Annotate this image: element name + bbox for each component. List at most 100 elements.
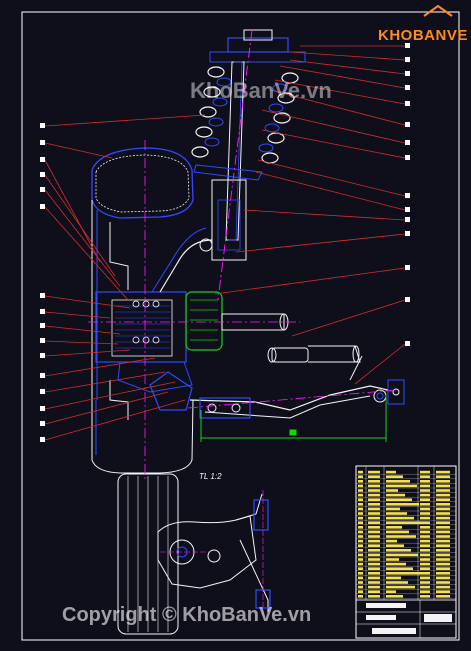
parts-list-cell xyxy=(436,576,450,580)
parts-list-cell xyxy=(436,539,450,543)
parts-list-cell xyxy=(420,562,430,566)
parts-list-cell xyxy=(436,535,450,538)
parts-list-cell xyxy=(420,535,430,538)
parts-list-cell xyxy=(420,539,430,543)
parts-list-cell xyxy=(386,558,399,561)
parts-list-cell xyxy=(436,595,450,598)
parts-list-cell xyxy=(436,521,450,524)
parts-list-cell xyxy=(358,484,363,488)
parts-list-cell xyxy=(386,549,411,552)
parts-list-cell xyxy=(420,595,430,598)
parts-list-cell xyxy=(368,572,380,575)
parts-list-cell xyxy=(386,567,413,570)
parts-list-cell xyxy=(358,493,363,497)
parts-list-cell xyxy=(420,521,430,524)
parts-list-cell xyxy=(436,544,450,547)
parts-list-cell xyxy=(386,484,417,488)
parts-list-cell xyxy=(368,484,380,488)
parts-list-cell xyxy=(420,581,430,584)
parts-list-cell xyxy=(436,553,450,557)
parts-list-cell xyxy=(368,553,380,557)
part-marker-icon xyxy=(40,43,410,442)
parts-list-cell xyxy=(436,558,450,561)
parts-list-cell xyxy=(368,576,380,580)
parts-list-cell xyxy=(436,526,450,529)
parts-list-cell xyxy=(358,590,363,593)
parts-list-cell xyxy=(420,590,430,593)
parts-list-cell xyxy=(368,512,380,515)
parts-list-cell xyxy=(420,567,430,570)
parts-list-cell xyxy=(386,526,402,529)
parts-list-cell xyxy=(420,558,430,561)
cad-drawing-canvas xyxy=(21,4,460,641)
parts-list-cell xyxy=(386,585,415,589)
parts-list-cell xyxy=(386,572,420,575)
parts-list-cell xyxy=(358,475,363,478)
parts-list-cell xyxy=(358,521,363,524)
parts-list-cell xyxy=(358,567,363,570)
parts-list-cell xyxy=(436,484,450,488)
parts-list-cell xyxy=(358,544,363,547)
parts-list-cell xyxy=(386,498,412,501)
parts-list-cell xyxy=(386,544,404,547)
parts-list-cell xyxy=(436,585,450,589)
parts-list-cell xyxy=(358,576,363,580)
parts-list-cell xyxy=(358,526,363,529)
parts-list-cell xyxy=(368,581,380,584)
parts-list-cell xyxy=(436,475,450,478)
parts-list-cell xyxy=(420,470,430,474)
parts-list-cell xyxy=(386,521,421,524)
parts-list-cell xyxy=(368,493,380,497)
parts-list-cell xyxy=(358,470,363,474)
parts-list-cell xyxy=(358,539,363,543)
parts-list-cell xyxy=(420,576,430,580)
parts-list-cell xyxy=(386,562,406,566)
parts-list-cell xyxy=(368,475,380,478)
parts-list-cell xyxy=(358,503,363,506)
parts-list-cell xyxy=(420,572,430,575)
parts-list-cell xyxy=(358,489,363,492)
parts-list-cell xyxy=(368,470,380,474)
scale-label: TL 1:2 xyxy=(199,472,222,481)
parts-list-cell xyxy=(420,544,430,547)
parts-list-cell xyxy=(358,558,363,561)
parts-list-cell xyxy=(420,489,430,492)
parts-list-cell xyxy=(436,516,450,520)
parts-list-cell xyxy=(368,567,380,570)
parts-list-cell xyxy=(358,585,363,589)
parts-list-cell xyxy=(386,470,396,474)
parts-list-cell xyxy=(420,530,430,534)
parts-list-cell xyxy=(358,572,363,575)
parts-list-cell xyxy=(436,590,450,593)
parts-list-cell xyxy=(358,507,363,511)
parts-list-cell xyxy=(420,507,430,511)
parts-list-cell xyxy=(368,498,380,501)
title-block-icon xyxy=(355,465,457,639)
parts-list-cell xyxy=(436,567,450,570)
parts-list-cell xyxy=(368,535,380,538)
parts-list-cell xyxy=(420,526,430,529)
parts-list-cell xyxy=(368,489,380,492)
parts-list-cell xyxy=(420,549,430,552)
parts-list-cell xyxy=(368,507,380,511)
parts-list-cell xyxy=(436,572,450,575)
parts-list-cell xyxy=(368,562,380,566)
parts-list-cell xyxy=(368,590,380,593)
parts-list-cell xyxy=(358,530,363,534)
parts-list-cell xyxy=(368,516,380,520)
parts-list-cell xyxy=(368,595,380,598)
parts-list-cell xyxy=(386,539,397,543)
parts-list-cell xyxy=(436,581,450,584)
parts-list-cell xyxy=(358,498,363,501)
parts-list-cell xyxy=(358,595,363,598)
parts-list-cell xyxy=(358,480,363,483)
parts-list-cell xyxy=(358,549,363,552)
parts-list-cell xyxy=(436,498,450,501)
parts-list-cell xyxy=(436,480,450,483)
parts-list-cell xyxy=(386,489,398,492)
parts-list-cell xyxy=(420,498,430,501)
parts-list-cell xyxy=(358,562,363,566)
parts-list-cell xyxy=(420,512,430,515)
parts-list-cell xyxy=(386,480,410,483)
parts-list-cell xyxy=(420,503,430,506)
